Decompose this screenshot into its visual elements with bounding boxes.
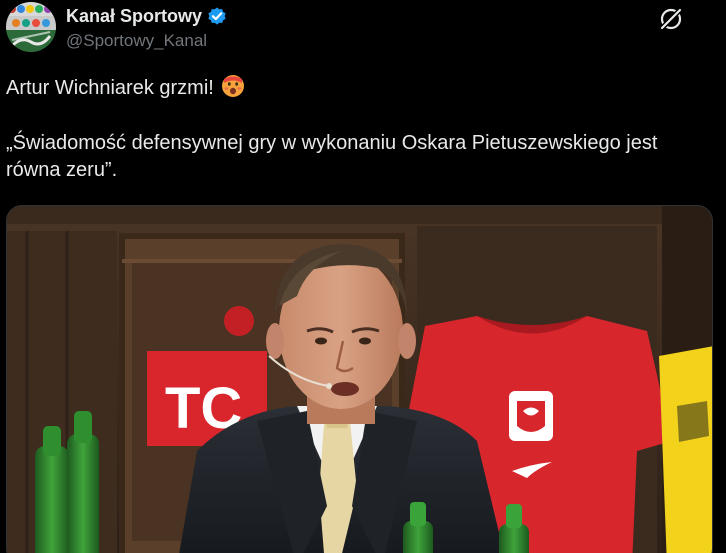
name-row: Kanał Sportowy	[66, 5, 228, 27]
tweet-quote: „Świadomość defensywnej gry w wykonaniu …	[6, 132, 658, 181]
tweet-media-image[interactable]: TC	[6, 205, 713, 553]
grok-icon[interactable]	[658, 6, 684, 32]
handle[interactable]: @Sportowy_Kanal	[66, 31, 207, 51]
avatar-icon	[6, 2, 56, 52]
tweet-text: Artur Wichniarek grzmi!	[6, 77, 214, 99]
tweet-text-line1: Artur Wichniarek grzmi!	[6, 74, 714, 102]
media-photo: TC	[7, 206, 712, 553]
tweet: Kanał Sportowy @Sportowy_Kanal Artur Wic…	[0, 0, 726, 553]
verified-badge-icon	[208, 7, 226, 25]
hot-face-emoji-icon	[222, 75, 245, 97]
display-name[interactable]: Kanał Sportowy	[66, 6, 202, 27]
tweet-header: Kanał Sportowy @Sportowy_Kanal	[6, 2, 726, 58]
avatar[interactable]	[6, 2, 56, 52]
